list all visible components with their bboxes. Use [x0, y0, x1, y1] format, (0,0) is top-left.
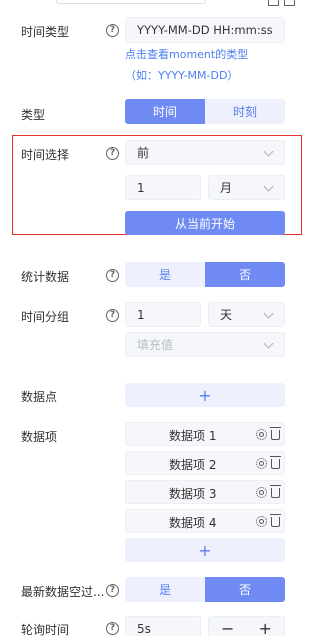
data-item-row[interactable]: 数据项 2: [125, 451, 285, 475]
data-item-row[interactable]: 数据项 3: [125, 480, 285, 504]
polling-input[interactable]: 5s: [125, 616, 201, 636]
unit-select[interactable]: 月: [208, 175, 285, 200]
amount-input[interactable]: 1: [125, 175, 201, 200]
unit-value: 月: [220, 181, 233, 195]
gear-icon[interactable]: [256, 487, 267, 498]
stats-option-no[interactable]: 否: [205, 262, 285, 287]
data-item-label: 数据项 2: [169, 458, 217, 472]
trash-icon[interactable]: [270, 514, 281, 527]
clipped-icon[interactable]: [284, 0, 295, 6]
time-select-label: 时间选择: [21, 148, 70, 162]
data-item-label: 数据项 4: [169, 516, 217, 530]
time-group-label: 时间分组: [21, 310, 70, 324]
clipped-input[interactable]: [56, 0, 206, 4]
plus-icon[interactable]: +: [259, 619, 272, 636]
type-segmented: 时间 时刻: [125, 99, 285, 124]
direction-select[interactable]: 前: [125, 140, 285, 165]
chevron-down-icon: [263, 338, 274, 349]
fill-value-select[interactable]: 填充值: [125, 332, 285, 357]
trash-icon[interactable]: [270, 456, 281, 469]
type-option-moment[interactable]: 时刻: [205, 99, 285, 124]
polling-label: 轮询时间: [21, 623, 70, 636]
chevron-down-icon: [263, 308, 274, 319]
top-clipped-area: [0, 0, 300, 8]
data-item-label: 数据项 3: [169, 487, 217, 501]
help-icon[interactable]: ?: [106, 147, 119, 160]
minus-icon[interactable]: −: [221, 619, 234, 636]
direction-value: 前: [137, 146, 150, 160]
stats-label: 统计数据: [21, 270, 70, 284]
help-icon[interactable]: ?: [106, 622, 119, 635]
time-type-label: 时间类型: [21, 25, 70, 39]
type-label: 类型: [21, 108, 46, 122]
data-items-label: 数据项: [21, 430, 58, 444]
data-points-label: 数据点: [21, 390, 58, 404]
latest-empty-label: 最新数据空过...: [21, 585, 105, 599]
chevron-down-icon: [263, 181, 274, 192]
add-data-point-button[interactable]: +: [125, 383, 285, 407]
moment-types-link[interactable]: 点击查看moment的类型: [125, 46, 248, 62]
data-item-row[interactable]: 数据项 4: [125, 509, 285, 533]
help-icon[interactable]: ?: [106, 584, 119, 597]
trash-icon[interactable]: [270, 427, 281, 440]
chevron-down-icon: [263, 146, 274, 157]
help-icon[interactable]: ?: [106, 309, 119, 322]
type-option-time[interactable]: 时间: [125, 99, 205, 124]
group-amount-input[interactable]: 1: [125, 302, 201, 327]
from-now-button[interactable]: 从当前开始: [125, 211, 285, 235]
latest-empty-option-no[interactable]: 否: [205, 577, 285, 602]
format-example-text: （如：YYYY-MM-DD）: [125, 69, 239, 82]
latest-empty-option-yes[interactable]: 是: [125, 577, 205, 602]
help-icon[interactable]: ?: [106, 24, 119, 37]
stats-option-yes[interactable]: 是: [125, 262, 205, 287]
gear-icon[interactable]: [256, 458, 267, 469]
polling-stepper: − +: [208, 616, 285, 636]
add-data-item-button[interactable]: +: [125, 538, 285, 562]
stats-segmented: 是 否: [125, 262, 285, 287]
gear-icon[interactable]: [256, 516, 267, 527]
latest-empty-segmented: 是 否: [125, 577, 285, 602]
group-unit-value: 天: [220, 308, 233, 322]
data-item-row[interactable]: 数据项 1: [125, 422, 285, 446]
trash-icon[interactable]: [270, 485, 281, 498]
group-unit-select[interactable]: 天: [208, 302, 285, 327]
clipped-icon[interactable]: [268, 0, 279, 6]
help-icon[interactable]: ?: [106, 269, 119, 282]
time-format-input[interactable]: YYYY-MM-DD HH:mm:ss: [125, 17, 285, 43]
data-item-label: 数据项 1: [169, 429, 217, 443]
fill-placeholder: 填充值: [137, 338, 174, 352]
gear-icon[interactable]: [256, 429, 267, 440]
